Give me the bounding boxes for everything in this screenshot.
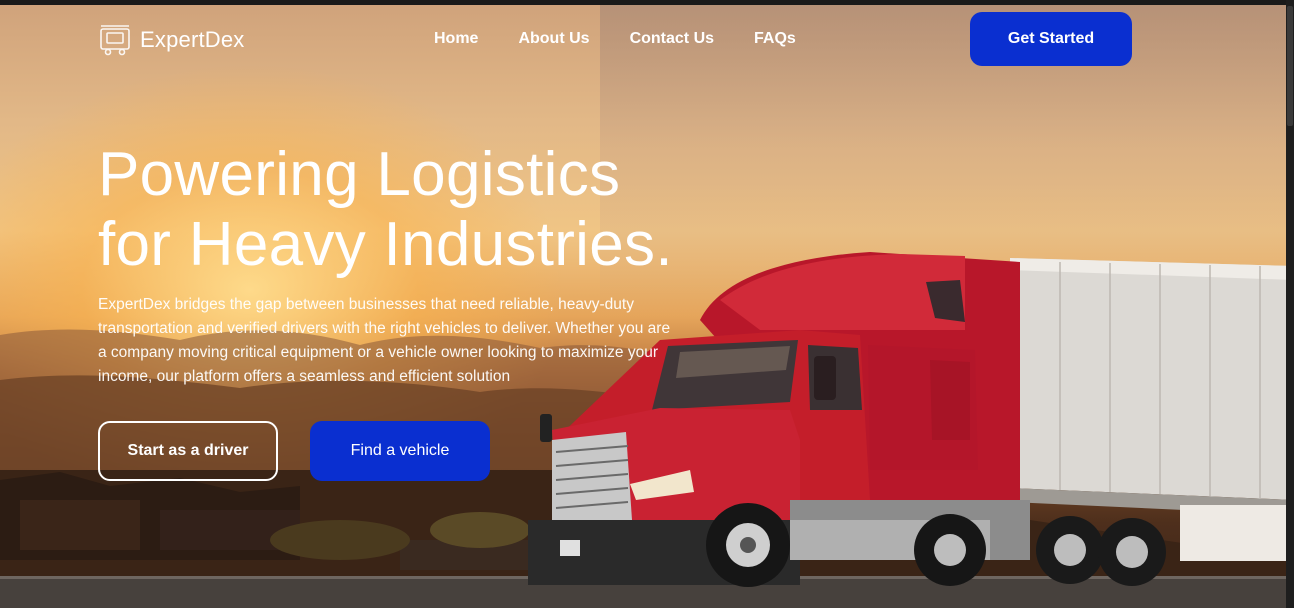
- nav-link-home[interactable]: Home: [434, 30, 478, 48]
- nav-link-about-us[interactable]: About Us: [518, 30, 589, 48]
- scrollbar[interactable]: [1286, 0, 1294, 608]
- nav-link-contact-us[interactable]: Contact Us: [630, 30, 714, 48]
- page: ExpertDex Home About Us Contact Us FAQs …: [0, 0, 1294, 608]
- top-navigation: ExpertDex Home About Us Contact Us FAQs …: [0, 0, 1294, 80]
- find-vehicle-button[interactable]: Find a vehicle: [310, 421, 490, 481]
- brand-name: ExpertDex: [140, 27, 245, 52]
- scrollbar-thumb[interactable]: [1287, 6, 1293, 126]
- window-top-edge: [0, 0, 1294, 5]
- start-as-driver-button[interactable]: Start as a driver: [98, 421, 278, 481]
- main-menu: Home About Us Contact Us FAQs: [434, 30, 796, 48]
- truck-logo-icon: [100, 25, 130, 56]
- nav-link-faqs[interactable]: FAQs: [754, 30, 796, 48]
- hero-headline-line-1: Powering Logistics: [98, 140, 621, 209]
- hero-headline: Powering Logistics for Heavy Industries.: [98, 140, 738, 280]
- get-started-button[interactable]: Get Started: [970, 12, 1132, 66]
- hero-headline-line-2: for Heavy Industries.: [98, 210, 673, 279]
- brand[interactable]: ExpertDex: [98, 22, 245, 58]
- hero-description: ExpertDex bridges the gap between busine…: [98, 296, 671, 385]
